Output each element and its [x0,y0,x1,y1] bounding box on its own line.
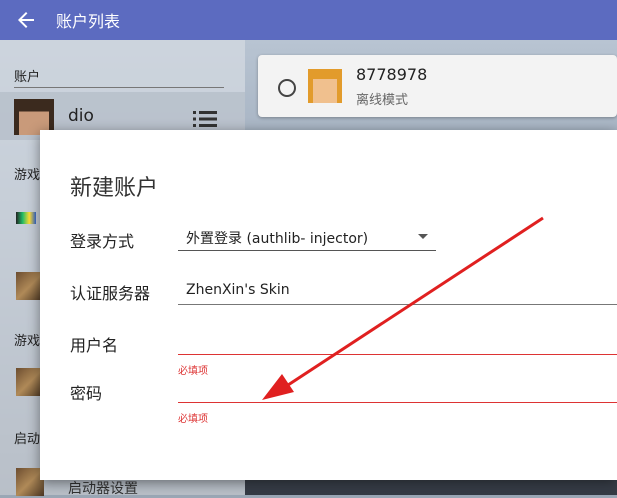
sidebar-section-launch: 启动 [14,432,41,447]
username-input[interactable] [178,326,617,355]
sidebar-section-game-2: 游戏 [14,334,41,349]
password-label: 密码 [70,384,103,403]
login-method-select[interactable]: 外置登录 (authlib- injector) [178,224,436,251]
login-method-value: 外置登录 (authlib- injector) [186,231,369,247]
account-card-mode: 离线模式 [356,93,409,108]
new-account-dialog: 新建账户 登录方式 外置登录 (authlib- injector) 认证服务器… [40,130,617,480]
sidebar-item-launcher-settings[interactable]: 启动器设置 [68,478,138,498]
back-arrow-icon[interactable] [14,8,38,32]
username-label: 用户名 [70,336,119,355]
menu-icon[interactable] [193,110,217,128]
auth-server-label: 认证服务器 [70,284,151,303]
account-card[interactable]: 8778978 离线模式 [258,55,617,117]
account-radio[interactable] [278,79,296,97]
account-name: dio [68,106,94,126]
game-version-icon[interactable] [16,212,36,224]
account-card-name: 8778978 [356,65,428,84]
login-method-label: 登录方式 [70,232,135,251]
account-avatar [308,69,342,103]
title-bar: 账户列表 [0,0,617,40]
page-title: 账户列表 [56,12,121,31]
auth-server-value: ZhenXin's Skin [186,282,290,298]
chevron-down-icon [418,234,428,239]
password-required-error: 必填项 [178,414,208,425]
password-input[interactable] [178,374,617,403]
sidebar-section-game: 游戏 [14,168,41,183]
auth-server-field[interactable]: ZhenXin's Skin [178,276,617,305]
sidebar-header: 账户 [14,66,224,88]
dialog-title: 新建账户 [70,176,159,201]
